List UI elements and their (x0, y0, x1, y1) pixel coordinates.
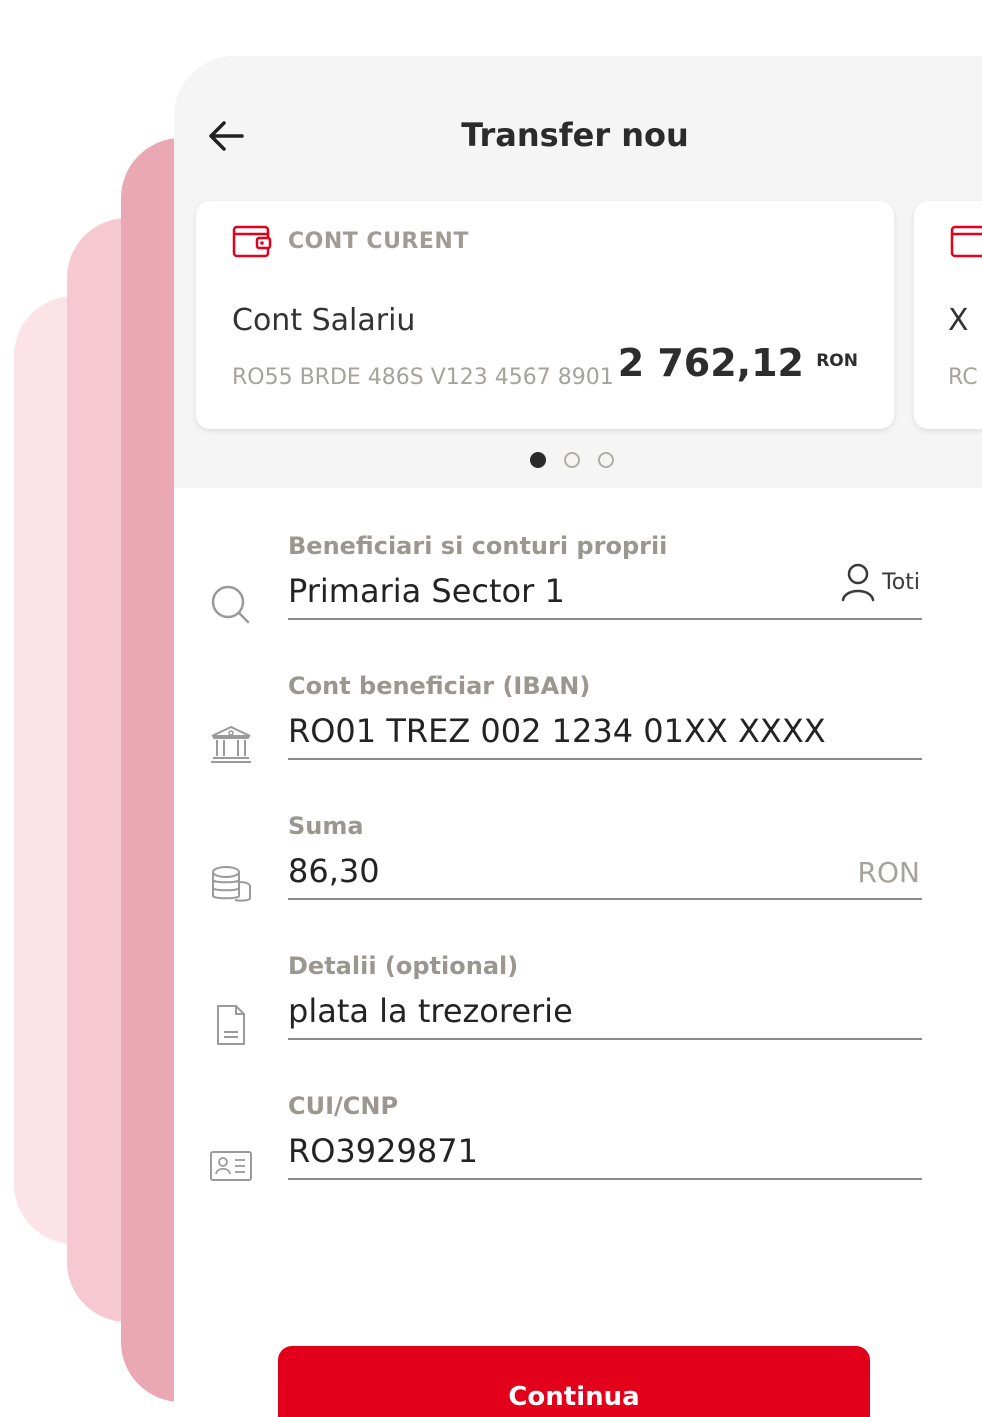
details-field: Detalii (optional) (174, 952, 982, 1072)
field-underline (288, 758, 922, 760)
field-underline (288, 898, 922, 900)
account-card[interactable]: CONT CURENT Cont Salariu RO55 BRDE 486S … (196, 201, 894, 429)
details-input[interactable] (288, 992, 808, 1030)
beneficiary-field: Beneficiari si conturi proprii Toti (174, 532, 982, 652)
amount-label: Suma (288, 812, 364, 840)
bank-icon (211, 725, 251, 763)
cui-input[interactable] (288, 1132, 808, 1170)
coins-icon (212, 866, 251, 902)
account-currency: RON (816, 351, 858, 371)
field-underline (288, 618, 922, 620)
details-label: Detalii (optional) (288, 952, 519, 980)
cui-field: CUI/CNP (174, 1092, 982, 1212)
amount-field: Suma RON (174, 812, 982, 932)
carousel-dot[interactable] (564, 452, 580, 468)
carousel-dot[interactable] (598, 452, 614, 468)
iban-field: Cont beneficiar (IBAN) (174, 672, 982, 792)
phone-screen: Transfer nou CONT CURENT Cont Salariu RO… (174, 56, 982, 1417)
account-iban: RC (948, 365, 978, 390)
wallet-icon (232, 225, 272, 258)
field-underline (288, 1178, 922, 1180)
iban-input[interactable] (288, 712, 888, 750)
field-underline (288, 1038, 922, 1040)
account-name: Cont Salariu (232, 303, 416, 338)
amount-currency: RON (857, 856, 920, 889)
carousel-pagination (530, 452, 614, 468)
all-beneficiaries-label: Toti (882, 569, 920, 595)
continue-button[interactable]: Continua (278, 1346, 870, 1417)
wallet-icon (950, 225, 982, 258)
page-title: Transfer nou (461, 116, 689, 154)
beneficiary-label: Beneficiari si conturi proprii (288, 532, 668, 560)
account-section: Transfer nou CONT CURENT Cont Salariu RO… (174, 56, 982, 488)
iban-label: Cont beneficiar (IBAN) (288, 672, 591, 700)
person-icon (841, 563, 875, 602)
document-icon (217, 1005, 245, 1045)
amount-input[interactable] (288, 852, 688, 890)
all-beneficiaries-button[interactable]: Toti (840, 562, 920, 602)
id-card-icon (210, 1151, 252, 1181)
beneficiary-input[interactable] (288, 572, 808, 610)
search-icon (211, 585, 250, 624)
account-type: CONT CURENT (288, 229, 469, 254)
account-iban: RO55 BRDE 486S V123 4567 8901 (232, 365, 614, 390)
account-card-next[interactable]: X RC (914, 201, 982, 429)
cui-label: CUI/CNP (288, 1092, 399, 1120)
carousel-dot[interactable] (530, 452, 546, 468)
account-name: X (948, 303, 969, 338)
account-balance: 2 762,12 (617, 341, 804, 385)
